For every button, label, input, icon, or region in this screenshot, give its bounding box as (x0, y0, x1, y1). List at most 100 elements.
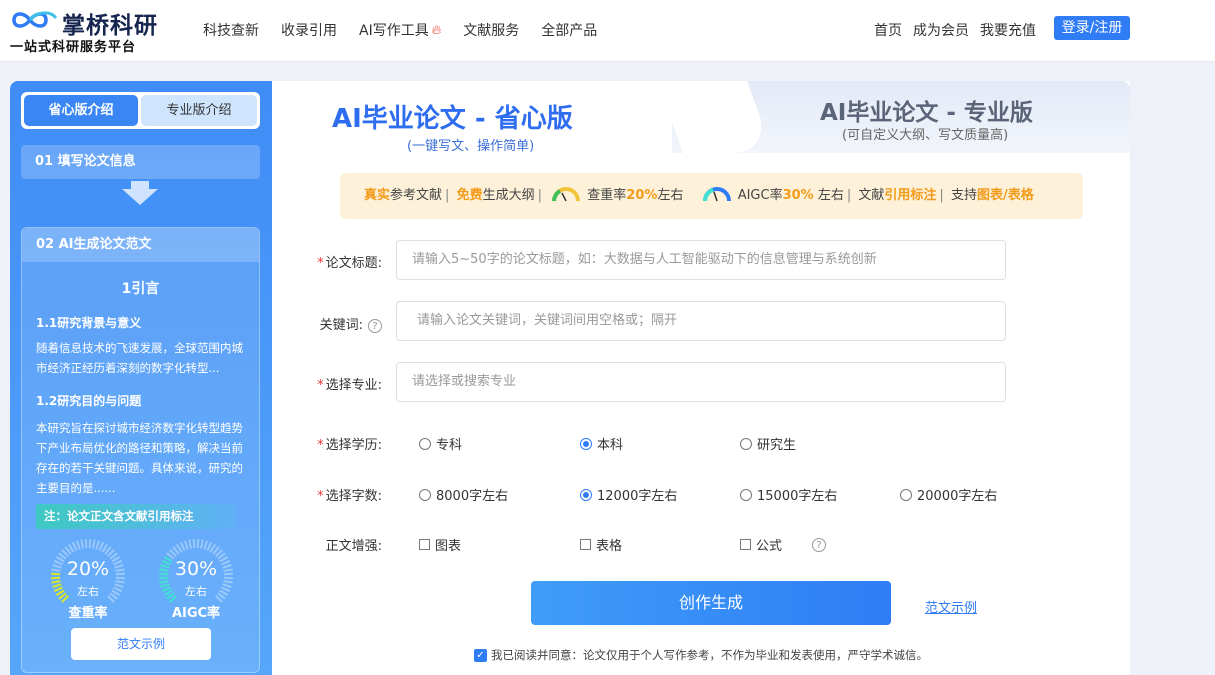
nav-item-citation[interactable]: 收录引用 (281, 20, 337, 40)
top-header: 掌桥科研 一站式科研服务平台 科技查新 收录引用 AI写作工具 🔥︎ 文献服务 全… (0, 0, 1215, 62)
major-label: * 选择专业: (317, 378, 382, 393)
words-option-label: 12000字左右 (597, 489, 678, 504)
nav-item-novelty-search[interactable]: 科技查新 (203, 20, 259, 40)
enhance-option-table[interactable]: 表格 (580, 535, 622, 554)
enhance-option-formula[interactable]: 公式? (740, 535, 827, 554)
keywords-label-text: 关键词: (319, 318, 363, 333)
feature-highlights: 真实参考文献 | 免费生成大纲 | 查重率20%左右 AIGC率30% 左右 | 文献… (340, 173, 1083, 219)
pro-mode-subtitle: (可自定义大纲、写文质量高) (842, 128, 1009, 143)
gauge-tick (92, 539, 96, 549)
help-icon[interactable]: ? (812, 537, 827, 552)
feature-aigc-value: 30% (782, 188, 814, 203)
brand-name: 掌桥科研 (62, 13, 158, 39)
intro-panel: 省心版介绍 专业版介绍 01 填写论文信息 02 AI生成论文范文 1引言 1.… (10, 81, 272, 675)
feature-dup-label: 查重率 (587, 188, 627, 203)
step2-title: 02 AI生成论文范文 (22, 228, 259, 262)
feature-cite-value: 引用标注 (884, 188, 937, 203)
degree-option-label: 专科 (436, 438, 463, 453)
arrow-down-icon (131, 181, 149, 189)
fire-icon: 🔥︎ (431, 22, 442, 38)
checkbox-icon (740, 539, 751, 550)
gauge-tick (196, 539, 200, 549)
major-select[interactable]: 请选择或搜索专业 (396, 362, 1006, 402)
basic-mode-title[interactable]: AI毕业论文 - 省心版 (332, 98, 573, 135)
create-generate-button[interactable]: 创作生成 (531, 581, 891, 625)
tab-basic-intro[interactable]: 省心版介绍 (24, 95, 138, 126)
nav-item-all-products[interactable]: 全部产品 (541, 20, 597, 40)
feature-real-tag: 真实 (364, 188, 391, 203)
sample-example-button[interactable]: 范文示例 (71, 628, 211, 660)
enhance-label-text: 正文增强: (325, 539, 382, 554)
nav-recharge[interactable]: 我要充值 (980, 20, 1036, 40)
infinity-logo-icon (12, 11, 58, 28)
brand-slogan: 一站式科研服务平台 (10, 40, 137, 55)
gauge-tick (179, 541, 186, 551)
aigc-gauge-icon (702, 187, 731, 202)
words-option-label: 15000字左右 (757, 489, 838, 504)
degree-option-bachelor[interactable]: 本科 (580, 434, 623, 453)
enhance-option-label: 图表 (435, 539, 462, 554)
feature-cite-label: 文献 (858, 188, 885, 203)
feature-free-tag: 免费 (456, 188, 483, 203)
nav-item-ai-writing[interactable]: AI写作工具 🔥︎ (359, 20, 441, 40)
words-option-20000[interactable]: 20000字左右 (900, 485, 997, 504)
gauge-tick (71, 541, 78, 551)
keywords-input[interactable]: 请输入论文关键词，关键词间用空格或；隔开 (396, 301, 1006, 341)
words-option-12000[interactable]: 12000字左右 (580, 485, 677, 504)
nav-home[interactable]: 首页 (874, 20, 902, 40)
degree-option-graduate[interactable]: 研究生 (740, 434, 796, 453)
keywords-label: 关键词:? (272, 314, 382, 333)
nav-membership[interactable]: 成为会员 (913, 20, 969, 40)
feature-aigc-label: AIGC率 (737, 188, 783, 203)
feature-support-label: 支持 (950, 188, 977, 203)
radio-icon (900, 488, 912, 501)
step-fill-info: 01 填写论文信息 (21, 145, 260, 179)
feature-dup-suffix: 左右 (657, 188, 684, 203)
feature-references: 参考文献 (390, 188, 443, 203)
major-label-text: 选择专业: (325, 378, 382, 393)
radio-icon (740, 488, 752, 501)
gauge-tick (200, 539, 204, 549)
aigc-rate-value: 30% (174, 558, 218, 580)
sample-section-2-title: 1.2研究目的与问题 (36, 394, 142, 408)
radio-icon (419, 488, 431, 501)
degree-option-associate[interactable]: 专科 (419, 434, 462, 453)
gauge-tick (95, 540, 100, 550)
words-option-label: 8000字左右 (436, 489, 509, 504)
sample-section-1-title: 1.1研究背景与意义 (36, 316, 142, 330)
help-icon[interactable]: ? (368, 318, 382, 333)
feature-support-value: 图表/表格 (976, 188, 1034, 203)
main-nav: 科技查新 收录引用 AI写作工具 🔥︎ 文献服务 全部产品 (203, 20, 619, 40)
words-option-15000[interactable]: 15000字左右 (740, 485, 837, 504)
title-input[interactable]: 请输入5~50字的论文标题，如：大数据与人工智能驱动下的信息管理与系统创新 (396, 240, 1006, 280)
checkbox-icon (419, 539, 430, 550)
login-register-button[interactable]: 登录/注册 (1054, 16, 1130, 40)
tab-pro-intro[interactable]: 专业版介绍 (141, 95, 257, 126)
agreement[interactable]: ✓ 我已阅读并同意：论文仅用于个人写作参考，不作为毕业和发表使用，严守学术诚信。 (474, 647, 928, 663)
arrow-down-head (122, 189, 158, 205)
gauge-tick (192, 539, 196, 549)
gauge-tick (80, 539, 84, 549)
gauge-tick (88, 539, 92, 549)
aigc-rate-label: AIGC率 (171, 606, 221, 621)
agreement-text: 我已阅读并同意：论文仅用于个人写作参考，不作为毕业和发表使用，严守学术诚信。 (491, 648, 928, 662)
gauge-tick (206, 541, 213, 551)
brand-logo[interactable]: 掌桥科研 一站式科研服务平台 (10, 4, 180, 56)
gauge-tick (184, 540, 189, 550)
example-link[interactable]: 范文示例 (925, 597, 977, 616)
words-option-8000[interactable]: 8000字左右 (419, 485, 508, 504)
radio-icon (740, 437, 752, 450)
radio-icon (419, 437, 431, 450)
enhance-option-label: 表格 (596, 539, 623, 554)
pro-mode-title[interactable]: AI毕业论文 - 专业版 (820, 93, 1033, 127)
nav-item-literature[interactable]: 文献服务 (463, 20, 519, 40)
checkbox-checked-icon[interactable]: ✓ (474, 648, 487, 662)
feature-outline: 生成大纲 (482, 188, 535, 203)
sample-section-1-text: 随着信息技术的飞速发展，全球范围内城市经济正经历着深刻的数字化转型... (36, 341, 243, 375)
degree-label-text: 选择学历: (325, 438, 382, 453)
duplicate-rate-value: 20% (66, 558, 110, 580)
enhance-label: 正文增强: (272, 535, 382, 554)
words-label: * 选择字数: (317, 489, 382, 504)
enhance-option-chart[interactable]: 图表 (419, 535, 461, 554)
words-label-text: 选择字数: (325, 489, 382, 504)
